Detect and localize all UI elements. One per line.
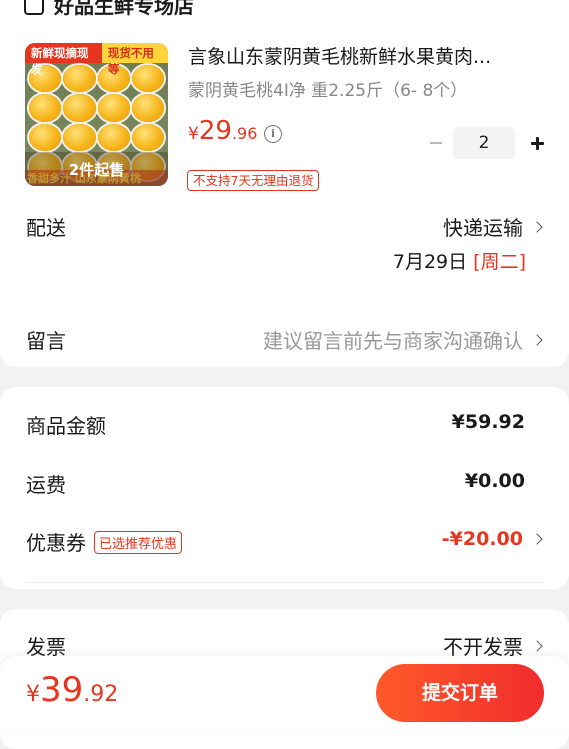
delivery-label: 配送 xyxy=(26,216,66,240)
quantity-input[interactable]: 2 xyxy=(453,127,515,159)
thumbnail-promo-tag: 新鲜现摘现发 现货不用等 xyxy=(25,43,168,76)
delivery-date: 7月29日 [周二] xyxy=(392,251,526,273)
store-name: 好品生鲜专场店 xyxy=(54,0,194,18)
coupon-tag: 已选推荐优惠 xyxy=(94,531,183,554)
shipping-value: ¥0.00 xyxy=(464,470,525,492)
price-detail-card: 商品金额 ¥59.92 运费 ¥0.00 优惠券 已选推荐优惠 -¥20.00 xyxy=(0,387,569,589)
info-icon[interactable]: i xyxy=(264,125,282,143)
store-header[interactable]: 好品生鲜专场店 xyxy=(24,0,194,19)
product-title[interactable]: 言象山东蒙阴黄毛桃新鲜水果黄肉... xyxy=(188,42,548,69)
plus-icon[interactable] xyxy=(525,131,549,155)
shipping-label: 运费 xyxy=(26,473,66,497)
product-thumbnail[interactable]: 新鲜现摘现发 现货不用等 香甜多汁 山东蒙阴黄桃 2件起售 xyxy=(25,43,168,186)
store-icon xyxy=(24,0,44,15)
coupon-value[interactable]: -¥20.00 xyxy=(442,528,543,550)
coupon-label: 优惠券 xyxy=(26,531,86,555)
goods-amount-value: ¥59.92 xyxy=(451,411,525,433)
delivery-method[interactable]: 快递运输 xyxy=(443,212,543,241)
note-label: 留言 xyxy=(26,329,66,353)
chevron-right-icon xyxy=(531,333,543,346)
total-price: ¥ 39 .92 xyxy=(26,670,119,710)
product-price: ¥ 29 .96 xyxy=(188,116,258,146)
no-return-badge: 不支持7天无理由退货 xyxy=(187,170,320,191)
chevron-right-icon xyxy=(531,220,543,233)
quantity-stepper: 2 xyxy=(425,127,549,159)
submit-order-button[interactable]: 提交订单 xyxy=(376,664,544,722)
chevron-right-icon xyxy=(531,533,543,545)
product-spec[interactable]: 蒙阴黄毛桃4Ⅰ净 重2.25斤（6- 8个） xyxy=(188,76,467,101)
min-qty-label: 2件起售 xyxy=(25,152,168,186)
divider xyxy=(25,582,544,583)
chevron-right-icon xyxy=(531,639,543,652)
order-card: 好品生鲜专场店 新鲜现摘现发 现货不用等 香甜多汁 山东蒙阴黄桃 2件起售 言象… xyxy=(0,0,569,367)
goods-amount-label: 商品金额 xyxy=(26,414,106,438)
checkout-bar: ¥ 39 .92 提交订单 xyxy=(0,656,569,729)
note-field[interactable]: 建议留言前先与商家沟通确认 xyxy=(263,325,543,354)
coupon-row: 优惠券 已选推荐优惠 xyxy=(26,527,183,556)
minus-icon[interactable] xyxy=(425,132,447,154)
